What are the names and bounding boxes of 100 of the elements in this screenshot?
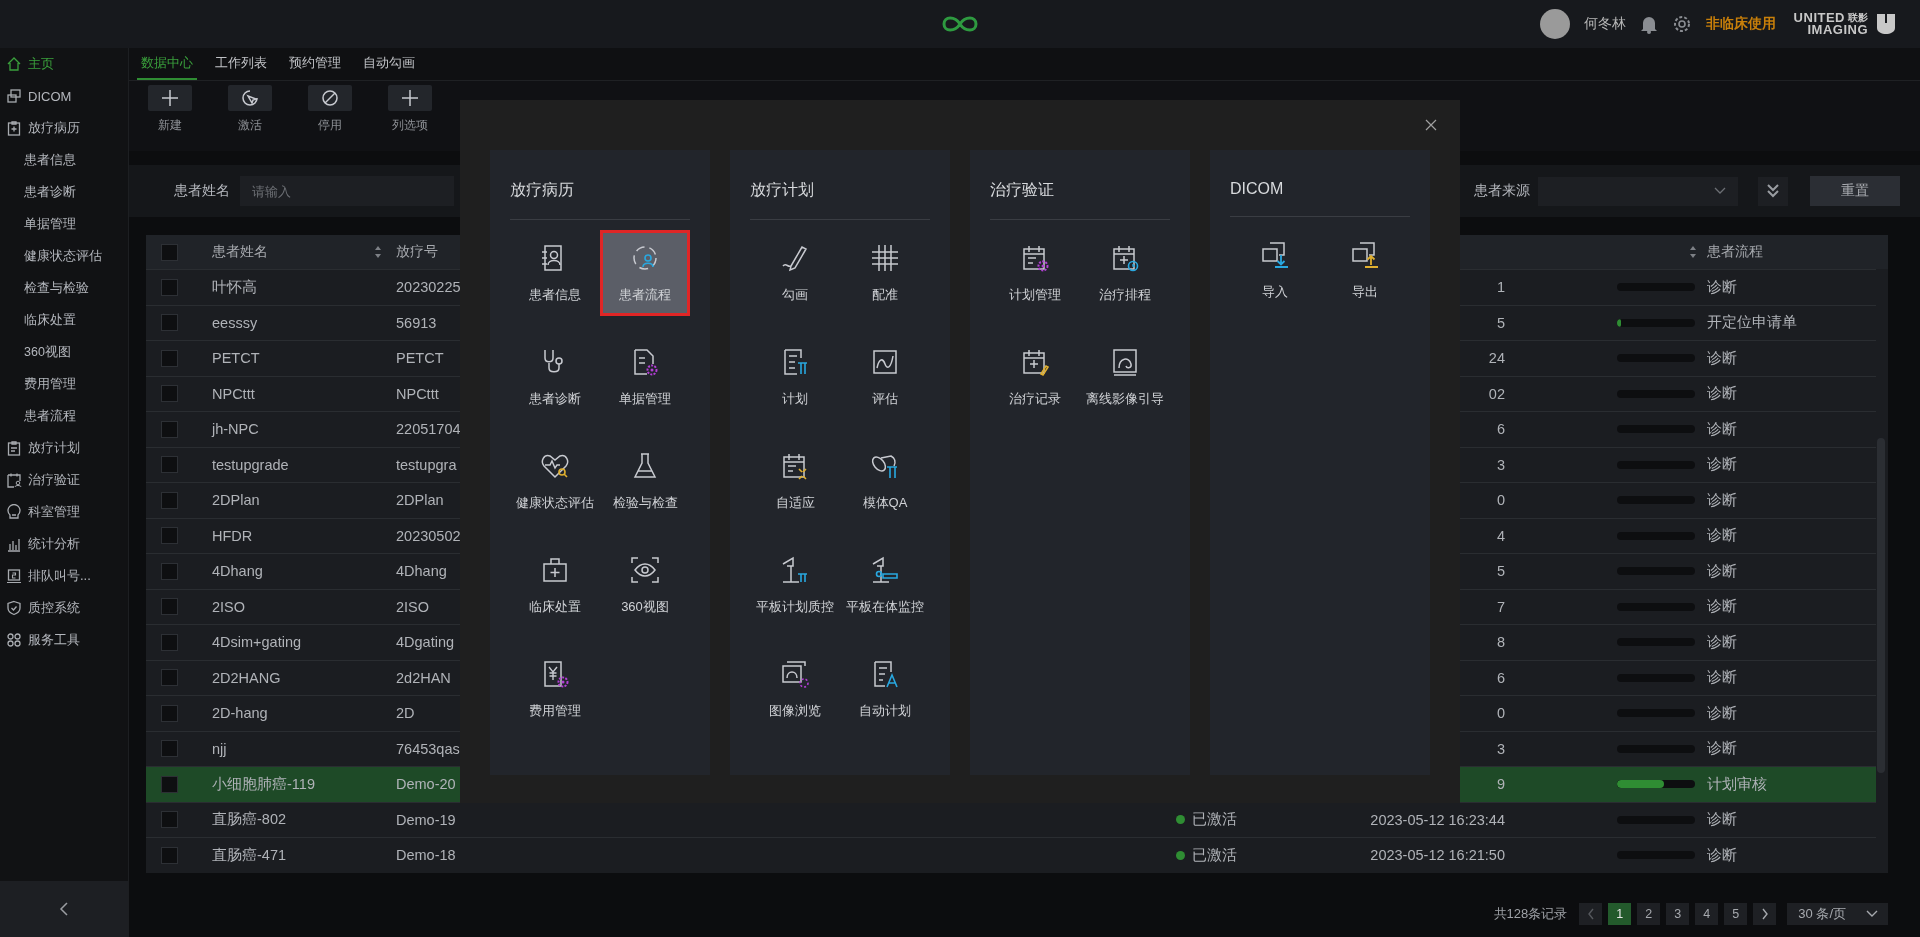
sidebar-item[interactable]: 服务工具 — [0, 624, 128, 656]
module-tile[interactable]: 平板在体监控 — [840, 542, 930, 628]
sidebar-subitem[interactable]: 单据管理 — [0, 208, 128, 240]
checkbox[interactable] — [161, 633, 178, 651]
sidebar-subitem[interactable]: 患者流程 — [0, 400, 128, 432]
checkbox[interactable] — [161, 385, 178, 403]
module-tile[interactable]: 单据管理 — [600, 334, 690, 420]
sidebar-subitem[interactable]: 360视图 — [0, 336, 128, 368]
module-tile[interactable]: 患者信息 — [510, 230, 600, 316]
sort-icon[interactable] — [1689, 245, 1697, 259]
tab[interactable]: 自动勾画 — [359, 48, 419, 80]
sidebar-item[interactable]: DICOM — [0, 80, 128, 112]
table-cell: 3 — [1496, 456, 1505, 473]
name-input-field[interactable]: 请输入 — [240, 176, 454, 206]
module-tile[interactable]: 临床处置 — [510, 542, 600, 628]
module-tile[interactable]: 360视图 — [600, 542, 690, 628]
expand-button[interactable] — [1758, 176, 1788, 206]
checkbox[interactable] — [161, 740, 178, 758]
module-tile[interactable]: 患者流程 — [600, 230, 690, 316]
source-dropdown[interactable] — [1538, 176, 1738, 206]
sidebar-subitem[interactable]: 检查与检验 — [0, 272, 128, 304]
settings-icon[interactable] — [1671, 14, 1692, 34]
sidebar-item[interactable]: 治疗验证 — [0, 464, 128, 496]
module-tile[interactable]: 患者诊断 — [510, 334, 600, 420]
module-tile[interactable]: 离线影像引导 — [1080, 334, 1170, 420]
module-tile[interactable]: 评估 — [840, 334, 930, 420]
sidebar-subitem[interactable]: 患者诊断 — [0, 176, 128, 208]
module-tile[interactable]: 治疗记录 — [990, 334, 1080, 420]
module-tile[interactable]: 配准 — [840, 230, 930, 316]
checkbox[interactable] — [161, 349, 178, 367]
sidebar-subitem[interactable]: 患者信息 — [0, 144, 128, 176]
group-title: 治疗验证 — [990, 150, 1170, 220]
shield-logo-icon — [1876, 13, 1896, 35]
module-tile[interactable]: 导入 — [1230, 227, 1320, 313]
page-button[interactable]: 1 — [1608, 902, 1632, 925]
module-tile[interactable]: 图像浏览 — [750, 646, 840, 732]
page-button[interactable]: 3 — [1666, 902, 1690, 925]
page-button[interactable]: 5 — [1724, 902, 1748, 925]
sidebar-item[interactable]: 排队叫号... — [0, 560, 128, 592]
module-tile[interactable]: 勾画 — [750, 230, 840, 316]
table-cell: 诊断 — [1707, 561, 1737, 581]
reset-button[interactable]: 重置 — [1810, 176, 1900, 206]
checkbox[interactable] — [161, 811, 178, 829]
previous-page-button[interactable] — [1579, 902, 1603, 925]
checkbox[interactable] — [161, 846, 178, 864]
tab[interactable]: 工作列表 — [211, 48, 271, 80]
module-tile[interactable]: 治疗排程 — [1080, 230, 1170, 316]
table-cell: 诊断 — [1707, 739, 1737, 759]
table-cell: 诊断 — [1707, 526, 1737, 546]
page-size-dropdown[interactable]: 30 条/页 — [1787, 902, 1888, 925]
module-tile[interactable]: 模体QA — [840, 438, 930, 524]
close-button[interactable] — [1424, 118, 1438, 132]
sidebar-subitem[interactable]: 费用管理 — [0, 368, 128, 400]
module-tile[interactable]: 计划 — [750, 334, 840, 420]
tab[interactable]: 预约管理 — [285, 48, 345, 80]
bell-icon[interactable] — [1639, 14, 1658, 34]
checkbox[interactable] — [161, 669, 178, 687]
checkbox[interactable] — [161, 278, 178, 296]
sidebar-item[interactable]: 质控系统 — [0, 592, 128, 624]
sidebar-item[interactable]: 放疗病历 — [0, 112, 128, 144]
table-cell: 4 — [1496, 527, 1505, 544]
checkbox[interactable] — [161, 704, 178, 722]
checkbox[interactable] — [161, 456, 178, 474]
module-tile[interactable]: 健康状态评估 — [510, 438, 600, 524]
sidebar-item[interactable]: 统计分析 — [0, 528, 128, 560]
sidebar-item[interactable]: 主页 — [0, 48, 128, 80]
sidebar-item[interactable]: 科室管理 — [0, 496, 128, 528]
module-tile[interactable]: 自适应 — [750, 438, 840, 524]
checkbox[interactable] — [161, 598, 178, 616]
checkbox[interactable] — [161, 527, 178, 545]
module-tile[interactable]: 自动计划 — [840, 646, 930, 732]
user-name: 何冬林 — [1583, 15, 1626, 33]
table-cell: 1 — [1496, 279, 1505, 296]
module-tile[interactable]: 导出 — [1320, 227, 1410, 313]
module-tile[interactable]: 检验与检查 — [600, 438, 690, 524]
page-button[interactable]: 4 — [1695, 902, 1719, 925]
checkbox[interactable] — [161, 562, 178, 580]
checkbox[interactable] — [161, 775, 178, 793]
collapse-button[interactable] — [0, 881, 128, 937]
checkbox[interactable] — [161, 420, 178, 438]
table-cell: 4Dsim+gating — [212, 634, 302, 651]
checkbox[interactable] — [161, 314, 178, 332]
table-cell: 诊断 — [1707, 632, 1737, 652]
sort-icon[interactable] — [374, 245, 382, 259]
next-page-button[interactable] — [1753, 902, 1777, 925]
checkbox[interactable] — [161, 491, 178, 509]
module-tile[interactable]: 平板计划质控 — [750, 542, 840, 628]
table-row[interactable]: 直肠癌-471 Demo-18 已激活 2023-05-12 16:21:50 诊断 — [146, 837, 1876, 873]
checkbox[interactable] — [161, 243, 178, 261]
sidebar-subitem[interactable]: 健康状态评估 — [0, 240, 128, 272]
sidebar-item[interactable]: 放疗计划 — [0, 432, 128, 464]
scrollbar[interactable] — [1877, 438, 1885, 773]
module-tile[interactable]: 费用管理 — [510, 646, 600, 732]
avatar[interactable] — [1539, 9, 1570, 39]
column-header[interactable]: 患者流程 — [1707, 243, 1763, 261]
page-button[interactable]: 2 — [1637, 902, 1661, 925]
sidebar-subitem[interactable]: 临床处置 — [0, 304, 128, 336]
module-tile[interactable]: 计划管理 — [990, 230, 1080, 316]
column-header[interactable]: 患者姓名 — [212, 243, 268, 261]
column-header[interactable]: 放疗号 — [396, 243, 438, 261]
